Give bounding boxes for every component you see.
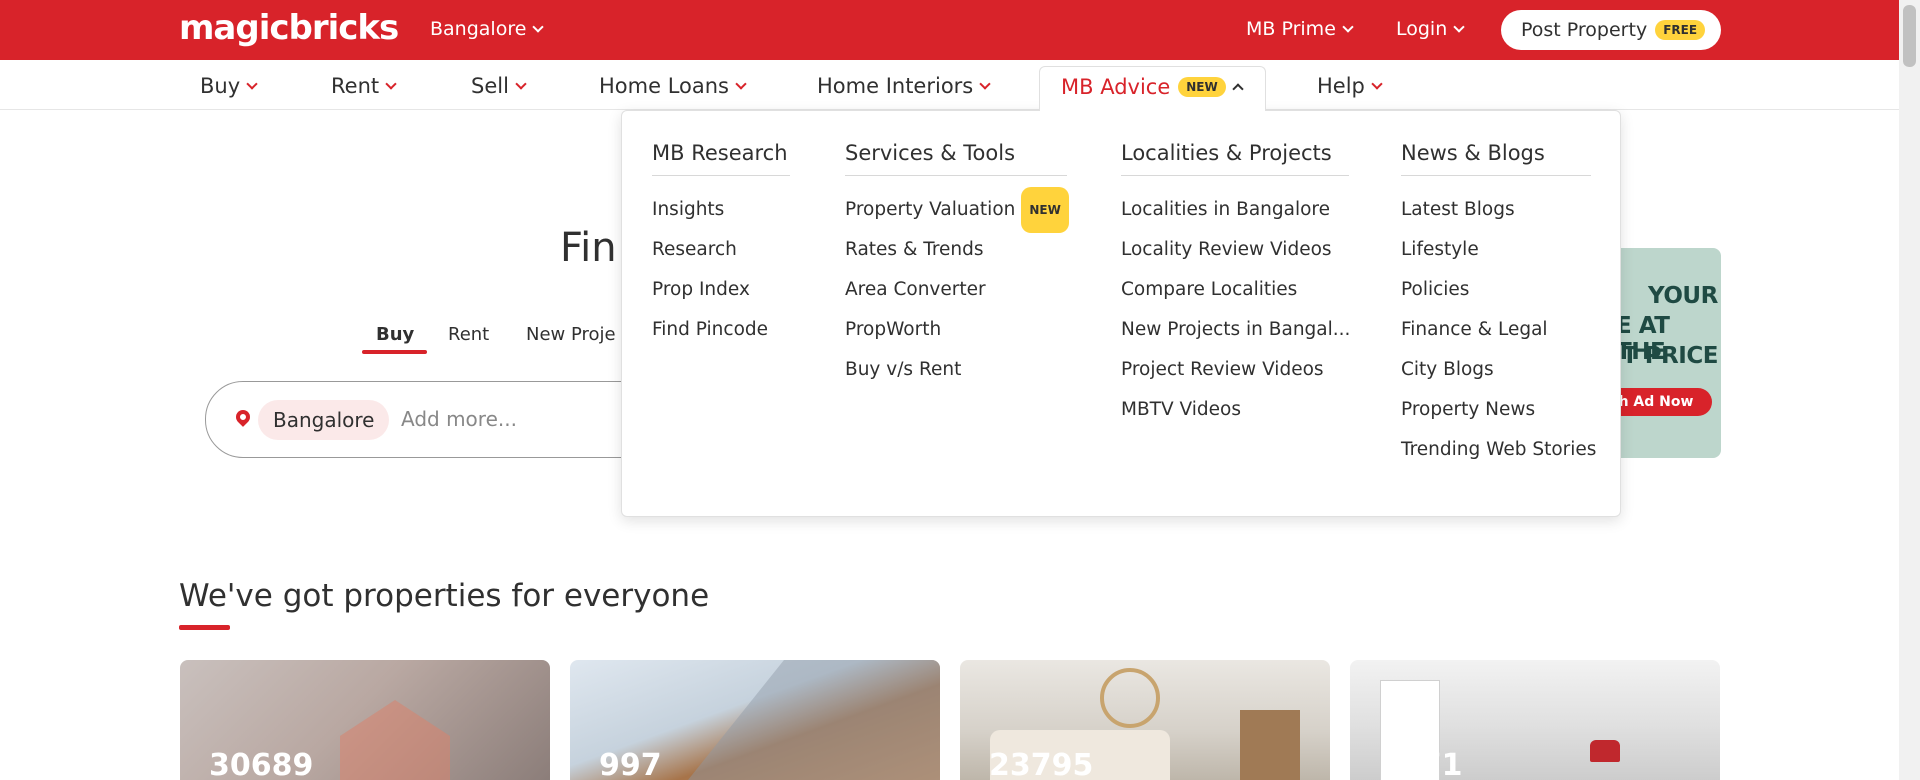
menu-item[interactable]: Policies: [1401, 270, 1591, 310]
column-heading: Localities & Projects: [1121, 141, 1349, 176]
menu-item[interactable]: Trending Web Stories: [1401, 430, 1596, 470]
column-localities-projects: Localities & Projects Localities in Bang…: [1121, 141, 1350, 430]
menu-item[interactable]: City Blogs: [1401, 350, 1591, 390]
location-pin-icon: [233, 407, 253, 427]
menu-item[interactable]: New Projects in Bangal...: [1121, 310, 1350, 350]
nav-buy-label: Buy: [200, 74, 241, 98]
house-keychain-image: [340, 700, 450, 780]
menu-item[interactable]: Compare Localities: [1121, 270, 1349, 310]
city-label: Bangalore: [430, 18, 527, 40]
mb-prime-menu[interactable]: MB Prime: [1246, 18, 1354, 40]
chevron-down-icon: [1371, 77, 1383, 90]
side-table-image: [1240, 710, 1300, 780]
menu-item[interactable]: Property News: [1401, 390, 1591, 430]
ad-text-line: YOUR: [1648, 283, 1718, 309]
building-image: [680, 660, 940, 780]
scrollbar-track[interactable]: [1899, 0, 1920, 780]
property-card[interactable]: 23795: [960, 660, 1330, 780]
search-tab-buy[interactable]: Buy: [376, 324, 414, 345]
menu-item[interactable]: Localities in Bangalore: [1121, 190, 1349, 230]
free-badge: FREE: [1655, 20, 1706, 40]
new-badge: NEW: [1178, 77, 1226, 97]
nav-help[interactable]: Help: [1317, 74, 1383, 98]
menu-item[interactable]: MBTV Videos: [1121, 390, 1349, 430]
column-heading: News & Blogs: [1401, 141, 1591, 176]
section-underline: [179, 625, 230, 630]
hero-title: Fin: [560, 225, 617, 271]
nav-mb-advice[interactable]: MB Advice NEW: [1039, 66, 1266, 111]
chevron-down-icon: [1342, 20, 1354, 33]
menu-item[interactable]: Area Converter: [845, 270, 1067, 310]
menu-item[interactable]: Latest Blogs: [1401, 190, 1591, 230]
nav-buy[interactable]: Buy: [200, 74, 258, 98]
ad-cta-button[interactable]: h Ad Now: [1610, 388, 1712, 416]
search-tab-new-projects[interactable]: New Proje: [526, 324, 616, 345]
location-chip[interactable]: Bangalore: [258, 400, 390, 440]
menu-item[interactable]: Research: [652, 230, 790, 270]
nav-home-loans-label: Home Loans: [599, 74, 729, 98]
nav-rent-label: Rent: [331, 74, 380, 98]
menu-item[interactable]: Find Pincode: [652, 310, 790, 350]
new-badge: NEW: [1021, 187, 1069, 233]
menu-item-label: Property Valuation: [845, 199, 1016, 220]
nav-rent[interactable]: Rent: [331, 74, 397, 98]
login-label: Login: [1396, 18, 1448, 40]
column-heading: MB Research: [652, 141, 790, 176]
property-count: 23795: [989, 748, 1094, 780]
chevron-down-icon: [532, 20, 545, 33]
menu-item[interactable]: PropWorth: [845, 310, 1067, 350]
nav-help-label: Help: [1317, 74, 1365, 98]
property-card[interactable]: 1271: [1350, 660, 1720, 780]
property-count: 997: [599, 748, 662, 780]
column-heading: Services & Tools: [845, 141, 1067, 176]
city-selector[interactable]: Bangalore: [430, 18, 545, 40]
post-property-label: Post Property: [1521, 19, 1648, 41]
menu-item-property-valuation[interactable]: Property Valuation NEW: [845, 187, 1069, 233]
kettle-image: [1590, 740, 1620, 762]
login-menu[interactable]: Login: [1396, 18, 1465, 40]
menu-item[interactable]: Insights: [652, 190, 790, 230]
property-count: 30689: [209, 748, 314, 780]
nav-sell[interactable]: Sell: [471, 74, 527, 98]
property-card[interactable]: 997: [570, 660, 940, 780]
magicbricks-logo[interactable]: magicbricks: [179, 8, 399, 48]
chevron-down-icon: [385, 77, 397, 90]
post-property-button[interactable]: Post Property FREE: [1501, 10, 1721, 50]
nav-home-interiors[interactable]: Home Interiors: [817, 74, 991, 98]
chevron-down-icon: [735, 77, 747, 90]
nav-home-loans[interactable]: Home Loans: [599, 74, 747, 98]
chevron-down-icon: [1453, 20, 1465, 33]
mb-advice-dropdown: MB Research Insights Research Prop Index…: [621, 110, 1621, 517]
column-mb-research: MB Research Insights Research Prop Index…: [652, 141, 790, 350]
mb-prime-label: MB Prime: [1246, 18, 1336, 40]
menu-item[interactable]: Rates & Trends: [845, 230, 1067, 270]
search-input[interactable]: Add more...: [401, 407, 517, 431]
property-card[interactable]: 30689: [180, 660, 550, 780]
scrollbar-thumb[interactable]: [1903, 5, 1916, 67]
ad-text-line: T PRICE: [1622, 343, 1718, 369]
column-news-blogs: News & Blogs Latest Blogs Lifestyle Poli…: [1401, 141, 1596, 470]
active-tab-indicator: [362, 350, 427, 354]
main-nav: Buy Rent Sell Home Loans Home Interiors …: [0, 60, 1899, 110]
chevron-down-icon: [515, 77, 527, 90]
column-services-tools: Services & Tools Property Valuation NEW …: [845, 141, 1069, 390]
menu-item[interactable]: Project Review Videos: [1121, 350, 1349, 390]
nav-sell-label: Sell: [471, 74, 509, 98]
nav-home-interiors-label: Home Interiors: [817, 74, 974, 98]
chevron-up-icon: [1232, 83, 1244, 95]
chevron-down-icon: [246, 77, 258, 90]
chevron-down-icon: [979, 77, 991, 90]
menu-item[interactable]: Buy v/s Rent: [845, 350, 1067, 390]
menu-item[interactable]: Locality Review Videos: [1121, 230, 1349, 270]
menu-item[interactable]: Prop Index: [652, 270, 790, 310]
advertisement-banner[interactable]: YOUR E AT THE T PRICE h Ad Now: [1610, 248, 1721, 458]
search-tab-rent[interactable]: Rent: [448, 324, 489, 345]
property-count: 1271: [1379, 748, 1463, 780]
top-header-bar: magicbricks Bangalore MB Prime Login Pos…: [0, 0, 1899, 60]
section-title: We've got properties for everyone: [179, 578, 710, 614]
mirror-image: [1100, 668, 1160, 728]
menu-item[interactable]: Lifestyle: [1401, 230, 1591, 270]
nav-mb-advice-label: MB Advice: [1061, 75, 1171, 99]
menu-item[interactable]: Finance & Legal: [1401, 310, 1591, 350]
